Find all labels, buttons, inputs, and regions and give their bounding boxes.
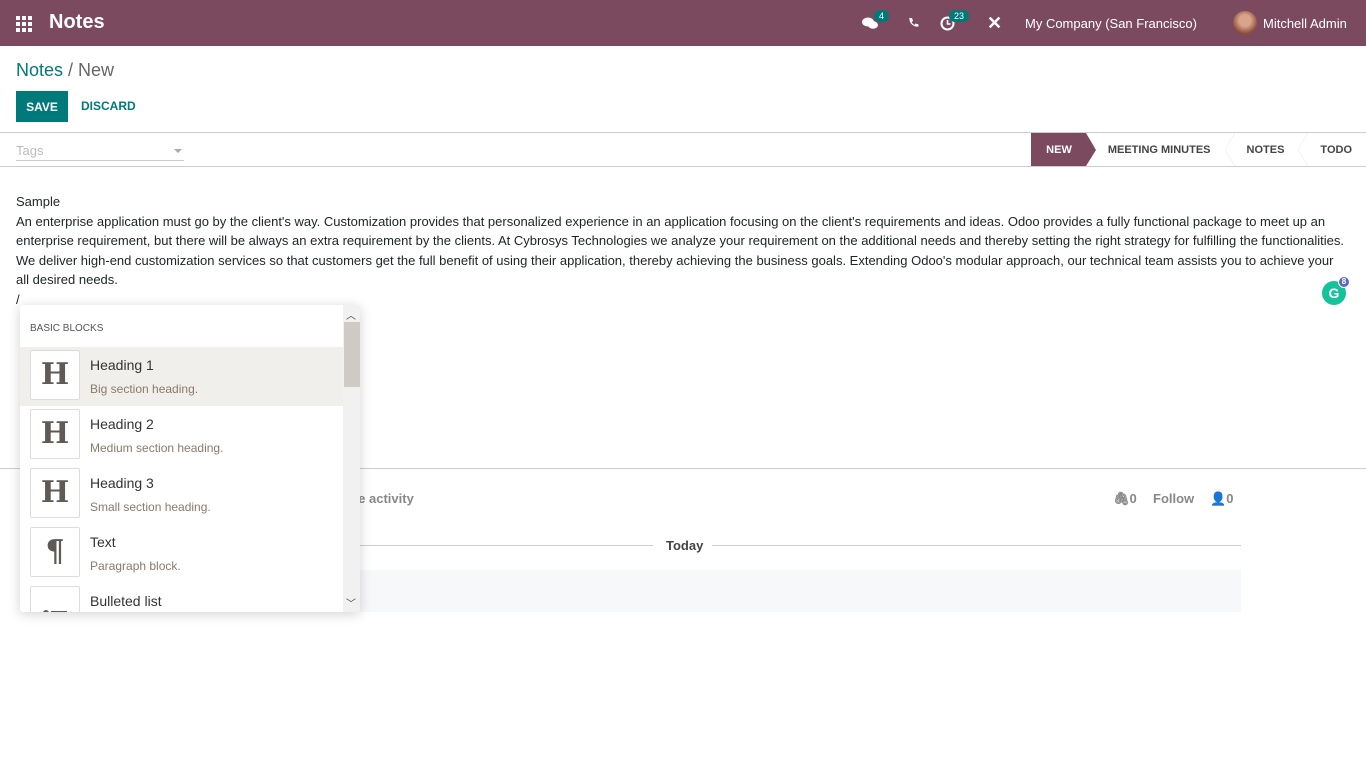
block-heading-3[interactable]: H Heading 3 Small section heading. — [20, 465, 343, 524]
user-name: Mitchell Admin — [1263, 15, 1347, 31]
today-label: Today — [666, 538, 704, 553]
item-description: Paragraph block. — [90, 559, 181, 573]
stage-meeting-minutes[interactable]: MEETING MINUTES — [1086, 133, 1225, 166]
user-icon: 👤 — [1210, 491, 1227, 506]
note-line: Sample — [16, 194, 61, 209]
note-editor[interactable]: Sample An enterprise application must go… — [16, 192, 1356, 309]
note-line: We deliver high-end customization servic… — [16, 252, 1334, 268]
item-title: Heading 1 — [90, 357, 154, 373]
paragraph-icon: ¶ — [30, 527, 80, 577]
breadcrumb: Notes / New — [16, 60, 114, 81]
block-heading-2[interactable]: H Heading 2 Medium section heading. — [20, 406, 343, 465]
heading-icon: H — [30, 350, 80, 400]
app-title: Notes — [49, 11, 105, 33]
scroll-down-icon[interactable]: ﹀ — [346, 595, 356, 610]
item-description: Big section heading. — [90, 382, 199, 396]
note-line: An enterprise application must go by the… — [16, 213, 1326, 229]
tags-input[interactable]: Tags — [16, 143, 184, 161]
breadcrumb-current: / New — [68, 60, 115, 80]
stage-new[interactable]: NEW — [1031, 133, 1096, 166]
phone-icon[interactable] — [908, 0, 920, 46]
scroll-up-icon[interactable]: ︿ — [346, 307, 356, 322]
note-line: all desired needs. — [16, 272, 118, 287]
messages-button[interactable] — [862, 0, 878, 46]
bulleted-list-icon — [30, 586, 80, 612]
heading-icon: H — [30, 409, 80, 459]
grammarly-badge: 8 — [1338, 276, 1350, 288]
breadcrumb-notes-link[interactable]: Notes — [16, 60, 63, 80]
follow-button[interactable]: Follow — [1153, 491, 1194, 506]
item-description: Small section heading. — [90, 500, 211, 514]
grammarly-button[interactable]: G8 — [1322, 276, 1350, 305]
activities-badge: 23 — [949, 10, 970, 22]
block-text[interactable]: ¶ Text Paragraph block. — [20, 524, 343, 583]
stage-notes[interactable]: NOTES — [1224, 133, 1299, 166]
stage-todo[interactable]: TODO — [1298, 133, 1366, 166]
company-switcher[interactable]: My Company (San Francisco) — [1025, 0, 1197, 46]
followers-count: 0 — [1226, 491, 1234, 506]
item-title: Bulleted list — [90, 593, 162, 609]
status-bar: Tags NEW MEETING MINUTES NOTES TODO — [0, 132, 1366, 167]
apps-menu-icon[interactable] — [16, 16, 32, 32]
stage-selector: NEW MEETING MINUTES NOTES TODO — [1031, 133, 1366, 166]
note-line: enterprise requirement, but there will b… — [16, 233, 1344, 248]
heading-icon: H — [30, 468, 80, 518]
discard-button[interactable]: DISCARD — [81, 99, 136, 113]
attachments-button[interactable]: 🖇0 — [1113, 491, 1137, 507]
item-description: Medium section heading. — [90, 441, 224, 455]
block-bulleted-list[interactable]: Bulleted list — [20, 583, 343, 612]
save-button[interactable]: SAVE — [16, 91, 68, 122]
category-header: BASIC BLOCKS — [30, 323, 104, 334]
grammarly-icon: G — [1328, 285, 1340, 301]
powerbox-dropdown: BASIC BLOCKS H Heading 1 Big section headi… — [20, 305, 360, 612]
followers-button[interactable]: 👤0 — [1210, 491, 1233, 507]
message-area — [350, 570, 1241, 612]
debug-tools-icon[interactable]: ✕ — [987, 0, 1002, 46]
avatar — [1233, 11, 1257, 35]
item-title: Heading 3 — [90, 475, 154, 491]
block-heading-1[interactable]: H Heading 1 Big section heading. — [20, 347, 343, 406]
paperclip-icon: 🖇 — [1113, 491, 1130, 506]
scrollbar-thumb[interactable] — [344, 322, 360, 387]
today-divider — [350, 545, 653, 546]
top-navbar: Notes 4 23 ✕ My Company (San Francisco) … — [0, 0, 1366, 46]
messages-badge: 4 — [874, 10, 890, 22]
item-title: Heading 2 — [90, 416, 154, 432]
attachments-count: 0 — [1129, 491, 1137, 506]
user-menu[interactable]: Mitchell Admin — [1233, 0, 1347, 46]
activity-clock-icon[interactable] — [940, 0, 955, 46]
dropdown-scrollbar[interactable]: ︿ ﹀ — [343, 305, 360, 612]
item-title: Text — [90, 534, 116, 550]
today-divider — [712, 545, 1241, 546]
